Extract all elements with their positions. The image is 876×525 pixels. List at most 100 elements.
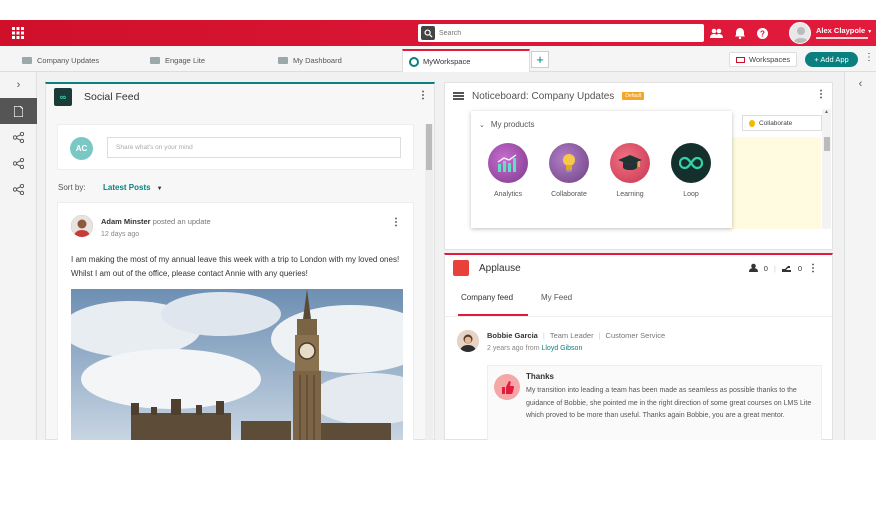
search-bar[interactable] xyxy=(418,24,704,42)
applause-tabs: Company feed My Feed xyxy=(445,281,832,317)
tab-my-dashboard[interactable]: My Dashboard xyxy=(278,49,342,71)
divider: | xyxy=(773,264,776,273)
applause-meta: 2 years ago from Lloyd Gibson xyxy=(487,345,582,352)
workspace-icon xyxy=(409,56,419,67)
post-action: posted an update xyxy=(152,217,211,226)
rail-item-share-2[interactable] xyxy=(0,150,37,176)
recipient-line: Bobbie Garcia | Team Leader | Customer Servi… xyxy=(487,331,665,340)
chart-icon xyxy=(488,143,528,183)
applause-title: Applause xyxy=(479,262,521,274)
user-name[interactable]: Alex Claypole ▼ xyxy=(816,26,872,35)
feed-post: Adam Minster posted an update 12 days ag… xyxy=(57,202,414,440)
rail-item-page[interactable] xyxy=(0,98,37,124)
tab-company-updates[interactable]: Company Updates xyxy=(22,49,99,71)
scrollbar-thumb[interactable] xyxy=(426,124,432,170)
product-loop[interactable]: Loop xyxy=(666,143,716,198)
scrollbar[interactable]: ▲ xyxy=(822,109,831,229)
given-count: 0 xyxy=(797,264,802,273)
product-label: Analytics xyxy=(493,191,522,198)
bell-icon[interactable] xyxy=(735,27,745,39)
post-author-line: Adam Minster posted an update xyxy=(101,217,211,226)
tab-my-feed[interactable]: My Feed xyxy=(541,293,572,302)
product-label: Collaborate xyxy=(551,191,587,198)
compose-box: AC Share what's on your mind xyxy=(57,124,414,170)
social-feed-title: Social Feed xyxy=(84,91,140,103)
search-input[interactable] xyxy=(439,29,689,37)
noticeboard-card: Noticeboard: Company Updates Default ⋮ C… xyxy=(444,82,833,250)
menu-icon[interactable] xyxy=(453,92,464,100)
recipient-department: Customer Service xyxy=(605,331,666,340)
post-author[interactable]: Adam Minster xyxy=(101,217,151,226)
add-tab-button[interactable]: + xyxy=(531,51,549,68)
recipient-name[interactable]: Bobbie Garcia xyxy=(487,331,538,340)
tab-engage-lite[interactable]: Engage Lite xyxy=(150,49,205,71)
right-rail[interactable]: ‹ xyxy=(844,72,876,440)
product-label: Loop xyxy=(683,191,699,198)
search-icon[interactable] xyxy=(421,26,435,40)
rail-item-share-3[interactable] xyxy=(0,176,37,202)
expand-rail-button[interactable]: › xyxy=(0,72,37,98)
product-learning[interactable]: Learning xyxy=(605,143,655,198)
avatar xyxy=(457,330,479,352)
sender-link[interactable]: Lloyd Gibson xyxy=(541,345,582,352)
app-launcher-button[interactable] xyxy=(0,20,36,46)
workspaces-label: Workspaces xyxy=(749,55,791,64)
folder-icon xyxy=(736,56,745,63)
applause-time: 2 years ago from xyxy=(487,345,540,352)
product-analytics[interactable]: Analytics xyxy=(483,143,533,198)
rail-item-share-1[interactable] xyxy=(0,124,37,150)
user-name-label: Alex Claypole xyxy=(816,26,866,35)
caret-down-icon: ▼ xyxy=(156,186,163,192)
tab-myworkspace[interactable]: MyWorkspace xyxy=(402,49,530,72)
product-label: Learning xyxy=(616,191,644,198)
notice-area xyxy=(725,137,821,229)
applause-logo-icon xyxy=(453,260,469,276)
more-options-icon[interactable]: ⋮ xyxy=(418,90,428,101)
lightbulb-icon xyxy=(749,119,755,127)
collaborate-chip[interactable]: Collaborate xyxy=(742,115,822,131)
folder-icon xyxy=(150,56,160,64)
tab-company-feed[interactable]: Company feed xyxy=(461,293,513,302)
applause-counts: 0 | 0 ⋮ xyxy=(748,263,818,274)
more-options-icon[interactable]: ⋮ xyxy=(808,263,818,274)
more-options-icon[interactable]: ⋮ xyxy=(816,89,826,100)
graduation-cap-icon xyxy=(610,143,650,183)
app-window: ? Alex Claypole ▼ Company Updates Engage… xyxy=(0,20,876,440)
message-text: My transition into leading a team has be… xyxy=(526,387,812,419)
page-icon xyxy=(14,105,23,117)
noticeboard-title: Noticeboard: Company Updates xyxy=(472,90,615,102)
scrollbar-thumb[interactable] xyxy=(823,137,830,151)
more-options-icon[interactable]: ⋮ xyxy=(391,217,401,228)
chevron-left-icon[interactable]: ‹ xyxy=(859,78,863,440)
post-text: I am making the most of my annual leave … xyxy=(71,255,400,278)
folder-icon xyxy=(22,56,32,64)
my-products-title: My products xyxy=(490,120,535,129)
user-avatar[interactable] xyxy=(789,22,811,44)
help-icon[interactable]: ? xyxy=(757,27,768,39)
my-products-toggle[interactable]: ⌄ My products xyxy=(479,120,534,129)
loop-logo-icon: ∞ xyxy=(54,88,72,106)
status-badge: Default xyxy=(622,92,645,100)
tab-label: My Dashboard xyxy=(293,55,342,65)
user-status-bar xyxy=(816,37,868,39)
message-title: Thanks xyxy=(526,372,555,381)
my-products-popup: ⌄ My products Analytics Collaborate Learn… xyxy=(471,111,732,228)
divider: | xyxy=(542,331,545,340)
more-options-icon[interactable]: ⋮ xyxy=(864,52,874,63)
share-icon xyxy=(13,157,24,169)
chevron-right-icon: › xyxy=(16,79,21,91)
person-icon xyxy=(748,263,758,274)
folder-icon xyxy=(278,56,288,64)
add-app-button[interactable]: + Add App xyxy=(805,52,858,67)
infinity-icon xyxy=(671,143,711,183)
workspaces-button[interactable]: Workspaces xyxy=(729,52,797,67)
scrollbar[interactable] xyxy=(425,124,433,440)
noticeboard-header: Noticeboard: Company Updates Default ⋮ xyxy=(445,83,832,109)
top-bar: ? Alex Claypole ▼ xyxy=(0,20,876,46)
compose-input[interactable]: Share what's on your mind xyxy=(107,137,401,158)
product-collaborate[interactable]: Collaborate xyxy=(544,143,594,198)
people-icon[interactable] xyxy=(710,28,723,38)
post-image[interactable] xyxy=(71,289,403,440)
sort-dropdown[interactable]: Latest Posts ▼ xyxy=(103,183,163,192)
share-icon xyxy=(13,131,24,143)
